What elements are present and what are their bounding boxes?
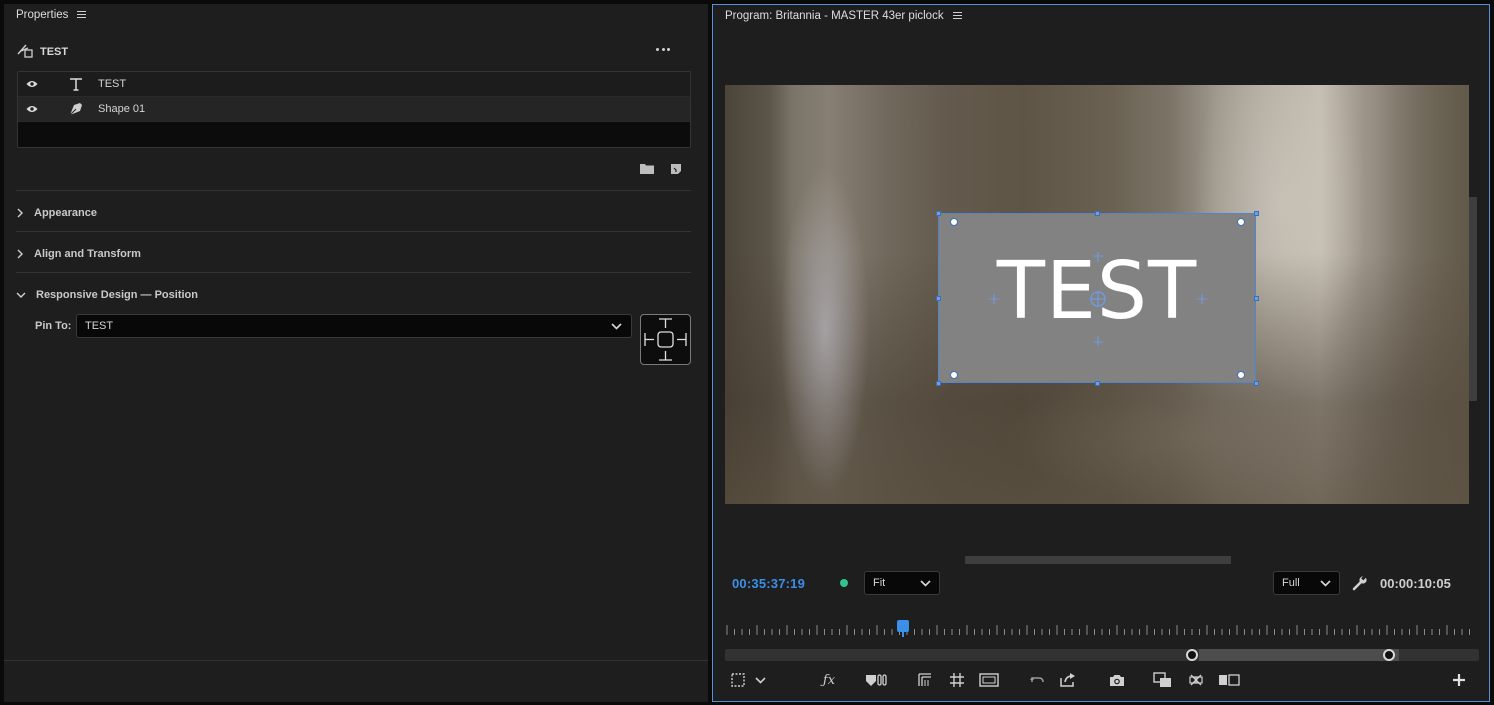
time-ruler[interactable] [725, 617, 1479, 637]
chevron-down-icon [611, 323, 622, 330]
divider [16, 231, 691, 232]
zoom-range-end-handle[interactable] [1383, 649, 1395, 661]
vr-icon[interactable] [1187, 669, 1205, 691]
video-background [1005, 365, 1385, 504]
section-appearance[interactable]: Appearance [16, 203, 97, 223]
corner-radius-handle[interactable] [1237, 218, 1245, 226]
pen-icon [68, 101, 84, 117]
layer-row-shape[interactable]: Shape 01 [18, 97, 690, 122]
more-options-icon[interactable] [656, 48, 670, 51]
section-label: Responsive Design — Position [36, 289, 198, 301]
frame-icon[interactable] [979, 669, 999, 691]
graphic-name: TEST [40, 45, 69, 58]
playback-resolution-dropdown[interactable]: Full [1273, 571, 1340, 595]
pin-to-value: TEST [85, 320, 114, 332]
resize-handle[interactable] [1254, 211, 1259, 216]
text-layer-icon [68, 77, 84, 91]
properties-panel-header: Properties [4, 4, 87, 26]
resize-handle[interactable] [936, 381, 941, 386]
zoom-level-value: Fit [873, 577, 886, 589]
layer-name: TEST [98, 78, 127, 90]
text-overlay-box[interactable]: TEST [936, 211, 1259, 386]
add-icon[interactable] [1451, 669, 1467, 691]
anchor-guides [989, 252, 1207, 346]
program-monitor-title: Program: Britannia - MASTER 43er piclock [725, 10, 944, 22]
video-frame[interactable]: TEST [725, 85, 1469, 504]
chevron-down-icon [920, 580, 931, 587]
horizontal-scrollbar[interactable] [965, 556, 1231, 564]
fx-icon[interactable]: ƒx [819, 669, 839, 691]
pin-edges-widget[interactable] [640, 314, 691, 365]
undo-icon[interactable] [1029, 669, 1045, 691]
pin-to-label: Pin To: [35, 320, 72, 332]
zoom-range-start-handle[interactable] [1186, 649, 1198, 661]
resize-handle[interactable] [936, 211, 941, 216]
comparison-icon[interactable] [1218, 669, 1240, 691]
graphic-icon [16, 42, 34, 61]
section-align-transform[interactable]: Align and Transform [16, 244, 141, 264]
new-group-folder-icon[interactable] [640, 163, 654, 177]
program-monitor-panel: Program: Britannia - MASTER 43er piclock… [712, 4, 1490, 702]
zoom-range[interactable] [1199, 649, 1399, 661]
dropdown-chevron-icon[interactable] [753, 669, 767, 691]
playhead-line [902, 632, 904, 637]
chevron-right-icon [17, 208, 23, 218]
selection-zoom-icon[interactable] [729, 669, 747, 691]
current-timecode[interactable]: 00:35:37:19 [732, 576, 805, 591]
camera-icon[interactable] [1109, 669, 1125, 691]
pin-edges-icon [644, 318, 687, 361]
video-background [1375, 85, 1469, 504]
resize-handle[interactable] [1095, 381, 1100, 386]
zoom-level-dropdown[interactable]: Fit [864, 571, 940, 595]
multicam-icon[interactable] [1153, 669, 1173, 691]
insert-marker-icon[interactable] [865, 669, 889, 691]
corner-radius-handle[interactable] [950, 371, 958, 379]
vertical-scrollbar[interactable] [1469, 197, 1477, 401]
corner-radius-handle[interactable] [1237, 371, 1245, 379]
section-label: Align and Transform [34, 248, 141, 260]
duration-timecode: 00:00:10:05 [1380, 576, 1451, 591]
video-background [780, 165, 870, 495]
divider [16, 272, 691, 273]
resize-handle[interactable] [1254, 296, 1259, 301]
panel-menu-icon[interactable] [952, 12, 963, 20]
layer-row-text[interactable]: TEST [18, 72, 690, 97]
chevron-down-icon [16, 292, 26, 298]
resize-handle[interactable] [1254, 381, 1259, 386]
new-layer-icon[interactable] [670, 163, 682, 178]
properties-panel-title: Properties [16, 9, 69, 21]
section-responsive-design[interactable]: Responsive Design — Position [16, 285, 198, 305]
resize-handle[interactable] [1095, 211, 1100, 216]
eye-icon[interactable] [26, 105, 38, 113]
chevron-down-icon [1320, 580, 1331, 587]
divider [4, 660, 708, 661]
graphic-header: TEST [16, 42, 68, 61]
export-icon[interactable] [1059, 669, 1077, 691]
grid-icon[interactable] [949, 669, 965, 691]
resize-handle[interactable] [936, 296, 941, 301]
panel-menu-icon[interactable] [77, 11, 87, 19]
chevron-right-icon [17, 249, 23, 259]
corner-radius-handle[interactable] [950, 218, 958, 226]
zoom-scroll-bar[interactable] [725, 649, 1479, 661]
divider [16, 190, 691, 191]
layer-list: TEST Shape 01 [17, 71, 691, 148]
resolution-value: Full [1282, 577, 1300, 589]
wrench-icon[interactable] [1352, 574, 1368, 594]
program-monitor-header: Program: Britannia - MASTER 43er piclock [713, 5, 963, 27]
layer-name: Shape 01 [98, 103, 146, 115]
safe-margins-icon[interactable] [917, 669, 933, 691]
properties-panel: Properties TEST TEST Shape 01 Appearance… [4, 4, 708, 702]
status-dot-icon[interactable] [840, 579, 848, 587]
eye-icon[interactable] [26, 80, 38, 88]
playhead[interactable] [897, 620, 909, 632]
pin-to-dropdown[interactable]: TEST [76, 314, 632, 338]
section-label: Appearance [34, 207, 97, 219]
